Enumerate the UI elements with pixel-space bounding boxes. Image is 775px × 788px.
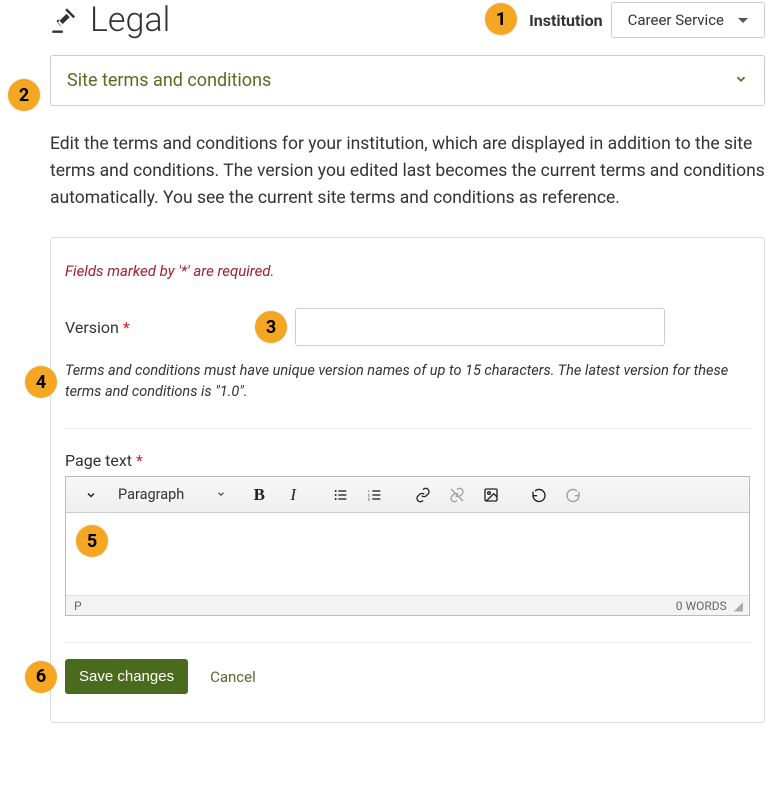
gavel-icon — [50, 6, 78, 34]
image-button[interactable] — [476, 482, 506, 508]
svg-text:3: 3 — [368, 496, 370, 501]
institution-select[interactable]: Career Service — [611, 2, 765, 38]
unlink-button[interactable] — [442, 482, 472, 508]
resize-handle-icon[interactable]: ◢ — [734, 599, 743, 613]
page-title: Legal — [90, 0, 170, 40]
annotation-4: 4 — [25, 366, 57, 398]
required-fields-note: Fields marked by '*' are required. — [65, 262, 750, 280]
form-panel: Fields marked by '*' are required. Versi… — [50, 237, 765, 723]
annotation-5: 5 — [76, 525, 108, 557]
annotation-1: 1 — [485, 3, 517, 35]
accordion-site-terms[interactable]: Site terms and conditions — [50, 55, 765, 106]
annotation-3: 3 — [255, 311, 287, 343]
pagetext-label: Page text * — [65, 451, 143, 470]
editor-path: P — [74, 599, 82, 613]
caret-down-icon — [738, 18, 748, 23]
cancel-link[interactable]: Cancel — [210, 668, 256, 686]
divider — [65, 642, 750, 643]
numbered-list-button[interactable]: 123 — [360, 482, 390, 508]
toolbar-expand-button[interactable] — [76, 482, 106, 508]
save-button[interactable]: Save changes — [65, 659, 188, 694]
format-select[interactable]: Paragraph — [110, 486, 234, 503]
institution-label: Institution — [529, 11, 603, 30]
link-button[interactable] — [408, 482, 438, 508]
italic-button[interactable]: I — [278, 482, 308, 508]
intro-text: Edit the terms and conditions for your i… — [50, 131, 765, 212]
undo-button[interactable] — [524, 482, 554, 508]
format-label: Paragraph — [118, 486, 184, 503]
editor-content[interactable]: 5 — [66, 513, 749, 595]
editor-toolbar: Paragraph B I 123 — [66, 477, 749, 513]
version-help-text: Terms and conditions must have unique ve… — [65, 360, 750, 429]
bullet-list-button[interactable] — [326, 482, 356, 508]
institution-value: Career Service — [628, 11, 724, 29]
accordion-title: Site terms and conditions — [67, 70, 271, 91]
bold-button[interactable]: B — [244, 482, 274, 508]
page-header: Legal Institution Career Service — [10, 0, 765, 55]
annotation-2: 2 — [8, 79, 40, 111]
chevron-down-icon — [734, 71, 748, 90]
redo-button[interactable] — [558, 482, 588, 508]
rich-text-editor: Paragraph B I 123 — [65, 476, 750, 616]
editor-word-count: 0 WORDS — [676, 599, 727, 613]
version-input[interactable] — [295, 308, 665, 346]
caret-down-icon — [216, 486, 226, 503]
annotation-6: 6 — [25, 661, 57, 693]
